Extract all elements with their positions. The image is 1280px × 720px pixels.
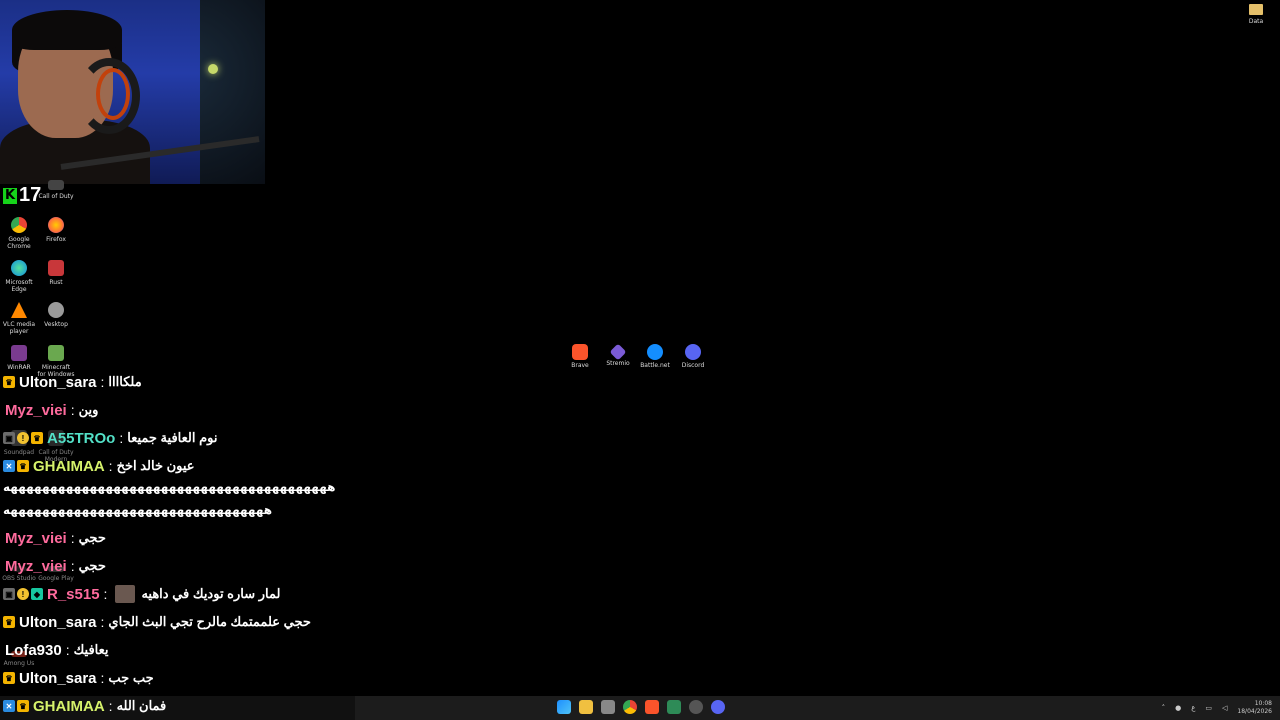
desktop-icon-vlc[interactable]: VLC media player [0, 302, 38, 335]
chat-text: حجي علممتمك مالرح تجي البث الجاي [108, 614, 311, 629]
webcam-overlay [0, 0, 265, 184]
chat-text: حجي [78, 530, 106, 545]
emote-image-icon [115, 585, 136, 603]
chat-text: لمار ساره توديك في داهيه [141, 586, 281, 601]
crown-badge-icon: ♛ [17, 460, 29, 472]
app-icon[interactable] [601, 700, 615, 714]
chat-message: Myz_viei : حجي [5, 529, 106, 547]
chat-text: فمان الله [116, 698, 167, 713]
file-explorer-icon[interactable] [579, 700, 593, 714]
kick-viewer-badge: K 17 [3, 184, 41, 207]
chat-message: ▣ ! ♛ A55TROo : نوم العافية جميعا [3, 426, 217, 450]
chat-message: ♛ Ulton_sara : جب جب [3, 666, 154, 690]
chat-username: Ulton_sara [19, 669, 97, 687]
discord-taskbar-icon[interactable] [711, 700, 725, 714]
desktop-icon-winrar[interactable]: WinRAR [0, 345, 38, 371]
sword-badge-icon: ✕ [3, 460, 15, 472]
chat-username: R_s515 [47, 585, 100, 603]
crown-badge-icon: ♛ [3, 672, 15, 684]
crown-badge-icon: ♛ [3, 616, 15, 628]
crown-badge-icon: ♛ [3, 376, 15, 388]
microphone-icon[interactable]: ● [1175, 704, 1181, 712]
chat-text: وين [78, 402, 99, 417]
sword-badge-icon: ✕ [3, 700, 15, 712]
desktop-icon-firefox[interactable]: Firefox [37, 217, 75, 243]
chat-username: Myz_viei [5, 401, 67, 419]
kick-logo-icon: K [3, 187, 17, 204]
chat-text: ملكاااا [108, 374, 142, 389]
obs-taskbar-icon[interactable] [689, 700, 703, 714]
desktop-icon-discord[interactable]: Discord [675, 344, 711, 369]
subscriber-badge-icon: ◆ [31, 588, 43, 600]
chat-username: GHAIMAA [33, 457, 105, 475]
chevron-up-icon[interactable]: ˄ [1162, 704, 1166, 712]
chat-message: ♛ Ulton_sara : حجي علممتمك مالرح تجي الب… [3, 610, 311, 634]
chat-text: نوم العافية جميعا [127, 430, 218, 445]
volume-icon[interactable]: ◁ [1222, 704, 1227, 712]
language-indicator[interactable]: ع [1191, 704, 1195, 712]
desktop-icon-brave[interactable]: Brave [562, 344, 598, 369]
chat-message: ▣ ! ◆ R_s515 : لمار ساره توديك في داهيه [3, 582, 280, 606]
system-tray: ˄ ● ع ▭ ◁ 10:08 18/04/2026 [1162, 696, 1272, 720]
chat-username: GHAIMAA [33, 697, 105, 715]
chat-username: A55TROo [47, 429, 116, 447]
crown-badge-icon: ♛ [31, 432, 43, 444]
brave-taskbar-icon[interactable] [645, 700, 659, 714]
desktop-folder-data[interactable]: Data [1242, 4, 1270, 25]
chat-username: Myz_viei [5, 529, 67, 547]
chat-message: ✕ ♛ GHAIMAA : عيون خالد اخخ [3, 454, 195, 478]
chat-message: ✕ ♛ GHAIMAA : فمان الله [3, 694, 166, 718]
chat-message: Myz_viei : وين [5, 401, 99, 419]
desktop-icon-rust[interactable]: Rust [37, 260, 75, 286]
gift-badge-icon: ▣ [3, 588, 15, 600]
chrome-taskbar-icon[interactable] [623, 700, 637, 714]
chat-username: Ulton_sara [19, 373, 97, 391]
desktop-icon-stremio[interactable]: Stremio [600, 343, 636, 367]
chat-text: جب جب [108, 670, 154, 685]
chat-spam-line: هههههههههههههههههههههههههههههههههه [3, 503, 273, 517]
chat-message: ♛ Ulton_sara : ملكاااا [3, 370, 142, 394]
exclamation-badge-icon: ! [17, 588, 29, 600]
crown-badge-icon: ♛ [17, 700, 29, 712]
desktop-icon-call-of-duty[interactable]: Call of Duty [37, 180, 75, 200]
chat-message: Myz_viei : حجي [5, 557, 106, 575]
chat-text: حجي [78, 558, 106, 573]
chat-spam-line: هههههههههههههههههههههههههههههههههههههههه… [3, 480, 336, 494]
desktop-icon-vesktop[interactable]: Vesktop [37, 302, 75, 328]
chat-message: Lofa930 : يعافيك [5, 641, 109, 659]
desktop-icon-battlenet[interactable]: Battle.net [637, 344, 673, 369]
start-windows-icon[interactable] [557, 700, 571, 714]
desktop-icon-chrome[interactable]: Google Chrome [0, 217, 38, 250]
chat-text: يعافيك [73, 642, 109, 657]
chat-username: Myz_viei [5, 557, 67, 575]
clock[interactable]: 10:08 18/04/2026 [1237, 700, 1272, 716]
chat-username: Ulton_sara [19, 613, 97, 631]
network-icon[interactable]: ▭ [1205, 704, 1212, 712]
taskbar: ˄ ● ع ▭ ◁ 10:08 18/04/2026 [0, 696, 1280, 720]
app-taskbar-icon[interactable] [667, 700, 681, 714]
desktop-icon-edge[interactable]: Microsoft Edge [0, 260, 38, 293]
chat-text: عيون خالد اخخ [116, 458, 195, 473]
exclamation-badge-icon: ! [17, 432, 29, 444]
chat-username: Lofa930 [5, 641, 62, 659]
gift-badge-icon: ▣ [3, 432, 15, 444]
folder-icon [1249, 4, 1263, 15]
